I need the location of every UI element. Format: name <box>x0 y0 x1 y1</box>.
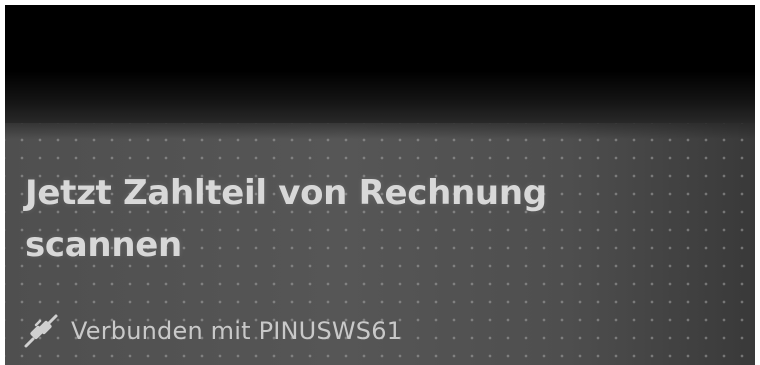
scan-info-panel: Jetzt Zahlteil von Rechnung scannen Verb… <box>5 123 755 365</box>
connection-status: Verbunden mit PINUSWS61 <box>23 309 402 353</box>
scanner-screen: Jetzt Zahlteil von Rechnung scannen Verb… <box>5 5 755 365</box>
scan-instruction-line-1: Jetzt Zahlteil von Rechnung <box>25 173 547 213</box>
connection-status-text: Verbunden mit PINUSWS61 <box>71 317 403 345</box>
camera-preview-area <box>5 5 755 125</box>
plug-connected-icon <box>24 314 58 348</box>
scan-instruction-title: Jetzt Zahlteil von Rechnung scannen <box>25 167 625 271</box>
scan-instruction-line-2: scannen <box>25 225 182 265</box>
